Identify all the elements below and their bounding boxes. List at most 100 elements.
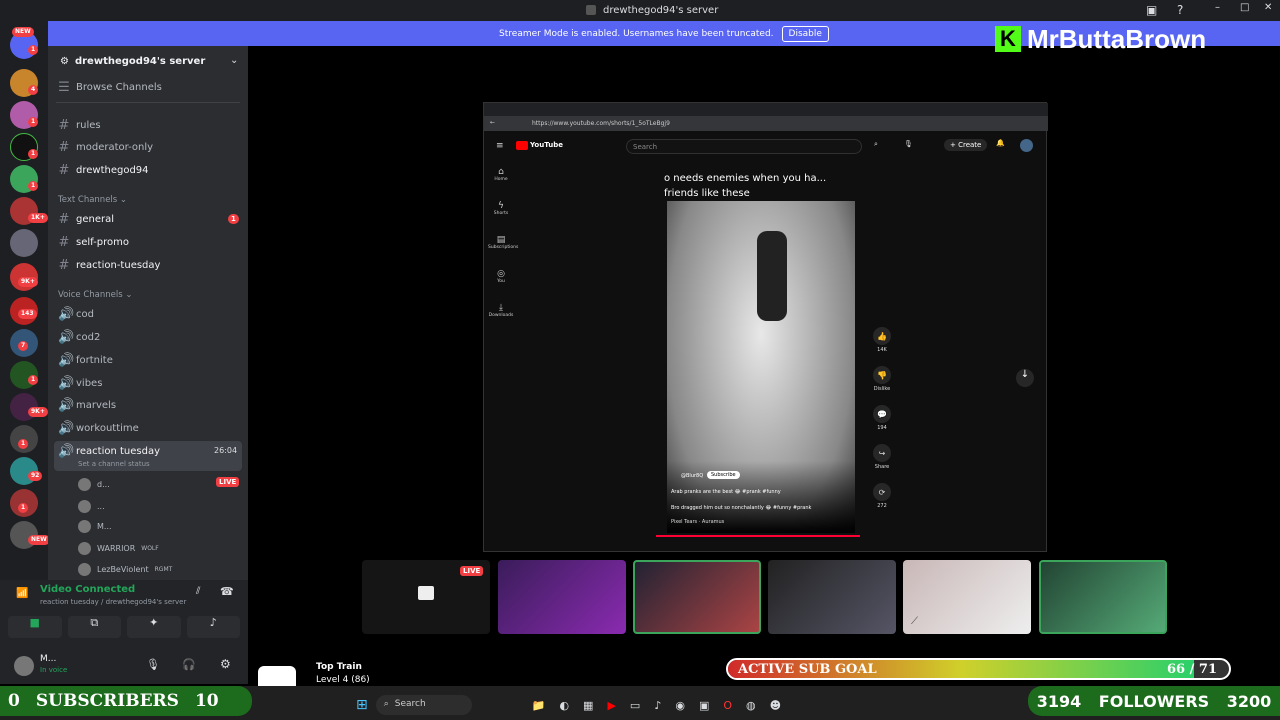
url-text[interactable]: https://www.youtube.com/shorts/1_5oTLeBg… [532, 120, 670, 127]
voice-channel-workouttime[interactable]: 🔊 workouttime [58, 421, 139, 436]
participant-tile[interactable]: ⟋ [903, 560, 1031, 634]
terminal-icon[interactable]: ▭ [630, 699, 640, 712]
notifications-icon[interactable]: 🔔 [996, 139, 1005, 147]
participant-tile[interactable] [633, 560, 761, 634]
voice-user[interactable]: M... [78, 520, 112, 533]
close-icon[interactable]: ✕ [1264, 2, 1272, 13]
goal-label: ACTIVE SUB GOAL [738, 662, 877, 677]
voice-user[interactable]: WARRIOR WOLF [78, 542, 159, 555]
dislike-button[interactable]: 👎 Dislike [872, 366, 892, 392]
voice-channel-cod2[interactable]: 🔊 cod2 [58, 330, 100, 345]
youtube-icon[interactable]: ▶ [607, 699, 615, 712]
opera-icon[interactable]: O [723, 699, 732, 712]
youtube-logo[interactable]: YouTube [530, 141, 563, 149]
avatar[interactable] [1020, 139, 1033, 152]
server-icon[interactable] [10, 229, 38, 257]
channel-reaction-tuesday[interactable]: # reaction-tuesday [58, 258, 161, 273]
avatar[interactable] [14, 656, 34, 676]
headphones-icon[interactable]: 🎧 [182, 658, 196, 671]
soundboard-button[interactable]: ♪ [186, 616, 240, 638]
channel-self-promo[interactable]: # self-promo [58, 235, 129, 250]
progress-bar[interactable] [656, 535, 860, 537]
subscribers-label: SUBSCRIBERS [35, 691, 179, 711]
windows-start-icon[interactable]: ⊞ [356, 697, 368, 713]
nav-downloads[interactable]: ⤓ Downloads [488, 303, 514, 337]
nav-shorts[interactable]: ϟ Shorts [488, 201, 514, 235]
maximize-icon[interactable]: □ [1240, 2, 1249, 13]
server-header[interactable]: ⚙ drewthegod94's server [60, 56, 205, 67]
voice-channels-category[interactable]: Voice Channels ⌄ [58, 290, 132, 300]
game-icon[interactable]: ▣ [699, 699, 709, 712]
settings-icon[interactable]: ⚙ [220, 657, 231, 671]
back-icon[interactable]: ← [490, 119, 495, 126]
next-short-icon[interactable]: ↓ [1016, 369, 1034, 387]
subscribers-goal: 10 [194, 691, 219, 711]
browser-tab-strip[interactable] [484, 103, 1048, 116]
browse-label: Browse Channels [76, 82, 162, 93]
taskbar-search[interactable]: ⌕ Search [375, 695, 472, 715]
action-label: Dislike [873, 386, 891, 392]
comments-button[interactable]: 💬 194 [872, 405, 892, 431]
subscribe-button[interactable]: Subscribe [707, 471, 740, 479]
menu-icon[interactable]: ≡ [496, 141, 504, 151]
text-channels-category[interactable]: Text Channels ⌄ [58, 195, 127, 205]
voice-user[interactable]: ... [78, 500, 105, 513]
disconnect-icon[interactable]: ☎ [220, 585, 234, 598]
avatar [78, 542, 91, 555]
noise-suppression-icon[interactable]: ⫽ [196, 586, 200, 597]
disable-button[interactable]: Disable [781, 25, 829, 42]
minimize-icon[interactable]: – [1215, 2, 1220, 13]
new-badge: NEW [12, 27, 34, 37]
search-placeholder: Search [633, 143, 658, 151]
camera-button[interactable]: ■ [8, 616, 62, 638]
channel-drewthegod94[interactable]: # drewthegod94 [58, 163, 149, 178]
nav-subscriptions[interactable]: ▤ Subscriptions [488, 235, 518, 269]
share-button[interactable]: ↪ Share [872, 444, 892, 470]
store-icon[interactable]: ▦ [583, 699, 593, 712]
voice-channel-vibes[interactable]: 🔊 vibes [58, 376, 102, 391]
obs-icon[interactable]: ◉ [675, 699, 685, 712]
channel-general[interactable]: # general [58, 212, 114, 227]
home-icon: ⌂ [498, 167, 504, 177]
browse-channels[interactable]: ☰ Browse Channels [58, 80, 162, 95]
screen-share-tile[interactable]: LIVE [362, 560, 490, 634]
voice-channel-cod[interactable]: 🔊 cod [58, 307, 94, 322]
voice-user[interactable]: d... [78, 478, 110, 491]
mic-icon[interactable]: 🎙 [904, 140, 913, 148]
voice-user[interactable]: LezBeViolent RGMT [78, 563, 172, 576]
browser-address-bar[interactable]: ← https://www.youtube.com/shorts/1_5oTLe… [484, 116, 1048, 131]
server-icon [586, 5, 596, 15]
participant-tile[interactable] [768, 560, 896, 634]
remix-button[interactable]: ⟳ 272 [872, 483, 892, 509]
discord-icon[interactable]: ☻ [770, 699, 781, 712]
like-button[interactable]: 👍 14K [872, 327, 892, 353]
youtube-header: ≡ YouTube Search ⌕ 🎙 + Create 🔔 [484, 135, 1048, 159]
taskbar-search-label: Search [394, 699, 426, 709]
search-input[interactable]: Search [626, 139, 862, 154]
participant-tile[interactable] [1039, 560, 1167, 634]
microphone-icon[interactable]: 🎙 [146, 658, 160, 671]
channel-status[interactable]: Set a channel status [78, 460, 150, 468]
channel-rules[interactable]: # rules [58, 118, 101, 133]
chrome-icon[interactable]: ◍ [746, 699, 756, 712]
help-icon[interactable]: ? [1177, 3, 1183, 17]
voice-channel-fortnite[interactable]: 🔊 fortnite [58, 353, 113, 368]
screen-share-button[interactable]: ⧉ [67, 616, 121, 638]
avatar [78, 563, 91, 576]
nav-you[interactable]: ◎ You [488, 269, 514, 303]
unread-badge: 9K+ [28, 407, 48, 417]
short-video[interactable]: @Blur8Q Subscribe Arab pranks are the be… [667, 201, 855, 533]
channel-moderator-only[interactable]: # moderator-only [58, 140, 154, 155]
file-explorer-icon[interactable]: 📁 [532, 699, 546, 712]
create-button[interactable]: + Create [944, 139, 988, 151]
edge-icon[interactable]: ◐ [559, 699, 569, 712]
tiktok-icon[interactable]: ♪ [654, 699, 661, 712]
chevron-down-icon[interactable]: ⌄ [230, 55, 238, 66]
voice-channel-marvels[interactable]: 🔊 marvels [58, 398, 116, 413]
channel-handle[interactable]: @Blur8Q [681, 473, 703, 479]
nav-home[interactable]: ⌂ Home [488, 167, 514, 201]
activities-button[interactable]: ✦ [127, 616, 181, 638]
inbox-icon[interactable]: ▣ [1146, 3, 1157, 17]
participant-tile[interactable] [498, 560, 626, 634]
search-icon[interactable]: ⌕ [874, 140, 878, 149]
